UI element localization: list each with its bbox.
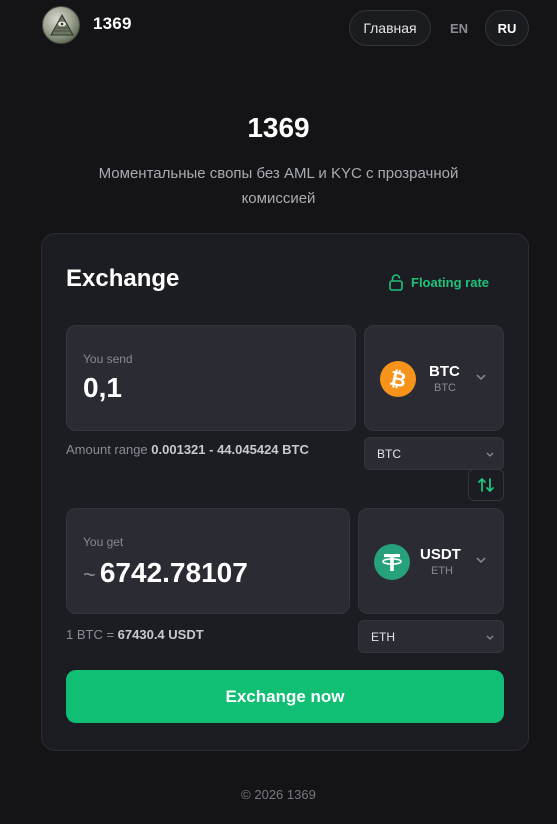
chevron-down-icon: [486, 452, 494, 457]
exchange-rate-value: 67430.4 USDT: [117, 627, 204, 642]
nav-home-button[interactable]: Главная: [349, 10, 431, 46]
bitcoin-icon: ₿: [380, 361, 416, 397]
get-amount: ~ 6742.78107: [83, 557, 248, 589]
lock-icon: [389, 274, 403, 291]
floating-rate-toggle[interactable]: Floating rate: [388, 272, 489, 292]
get-network-select[interactable]: ETH: [358, 620, 504, 653]
send-amount-input[interactable]: 0,1: [83, 372, 122, 404]
exchange-now-button[interactable]: Exchange now: [66, 670, 504, 723]
lang-en-button[interactable]: EN: [441, 10, 477, 46]
tether-icon: [374, 544, 410, 580]
get-coin-symbol: USDT: [420, 546, 461, 563]
exchange-rate: 1 BTC = 67430.4 USDT: [66, 627, 204, 642]
lang-ru-button[interactable]: RU: [485, 10, 529, 46]
chevron-down-icon: [476, 557, 486, 564]
chevron-down-icon: [486, 635, 494, 640]
get-coin-select[interactable]: USDT ETH: [358, 508, 504, 614]
send-coin-network: BTC: [434, 382, 456, 394]
send-coin-symbol: BTC: [429, 363, 460, 380]
get-label: You get: [83, 535, 124, 549]
amount-range: Amount range 0.001321 - 44.045424 BTC: [66, 442, 309, 457]
get-coin-network: ETH: [431, 565, 453, 577]
approx-symbol: ~: [83, 562, 96, 587]
get-amount-value: 6742.78107: [99, 557, 248, 588]
floating-rate-label: Floating rate: [411, 274, 490, 290]
get-amount-field: You get ~ 6742.78107: [66, 508, 350, 614]
svg-text:₿: ₿: [388, 368, 409, 393]
swap-arrows-icon: [478, 478, 494, 492]
send-coin-select[interactable]: ₿ BTC BTC: [364, 325, 504, 431]
send-label: You send: [83, 352, 133, 366]
exchange-title: Exchange: [66, 265, 180, 292]
chevron-down-icon: [476, 374, 486, 381]
logo-avatar[interactable]: [42, 6, 80, 44]
swap-button[interactable]: [468, 469, 504, 501]
send-network-value: BTC: [377, 446, 401, 461]
pyramid-eye-icon: [50, 13, 74, 36]
footer-copyright: © 2026 1369: [241, 787, 316, 802]
send-amount-field[interactable]: You send 0,1: [66, 325, 356, 431]
amount-range-prefix: Amount range: [66, 442, 148, 457]
exchange-rate-prefix: 1 BTC =: [66, 627, 115, 642]
page-title: 1369: [247, 112, 310, 143]
get-network-value: ETH: [371, 629, 395, 644]
amount-range-value: 0.001321 - 44.045424 BTC: [151, 442, 309, 457]
send-network-select[interactable]: BTC: [364, 437, 504, 470]
brand-name[interactable]: 1369: [93, 14, 132, 34]
page-subtitle: Моментальные свопы без AML и KYC с прозр…: [98, 165, 459, 207]
